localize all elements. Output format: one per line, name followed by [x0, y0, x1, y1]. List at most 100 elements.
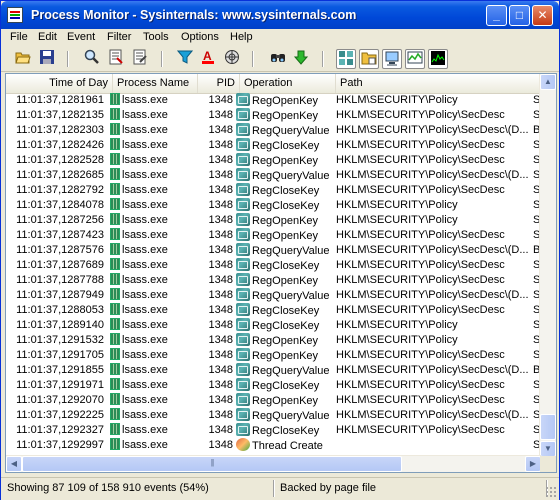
minimize-button[interactable]: _ [486, 5, 507, 26]
horizontal-scrollbar[interactable]: ◀ ||| ▶ [6, 455, 541, 472]
table-row[interactable]: 11:01:37,1289140 lsass.exe 1348 RegCloseKey… [6, 318, 541, 333]
table-row[interactable]: 11:01:37,1282528 lsass.exe 1348 RegOpenKey H… [6, 153, 541, 168]
cell-operation: RegOpenKey [236, 228, 336, 244]
open-icon[interactable] [13, 49, 33, 69]
menu-tools[interactable]: Tools [140, 30, 172, 44]
autoscroll-icon[interactable] [106, 49, 126, 69]
registry-op-icon [236, 318, 250, 331]
column-process-name[interactable]: Process Name [113, 74, 198, 93]
scroll-right-button[interactable]: ▶ [525, 456, 541, 472]
table-row[interactable]: 11:01:37,1282792 lsass.exe 1348 RegCloseKey… [6, 183, 541, 198]
cell-process-name: lsass.exe [122, 319, 168, 331]
cell-path: HKLM\SECURITY\Policy [336, 94, 458, 106]
network-icon[interactable] [222, 49, 242, 69]
cell-path: HKLM\SECURITY\Policy\SecDesc [336, 349, 505, 361]
scroll-up-button[interactable]: ▲ [540, 74, 556, 90]
process-icon [110, 348, 120, 360]
table-row[interactable]: 11:01:37,1291855 lsass.exe 1348 RegQueryVal… [6, 363, 541, 378]
cell-process-name: lsass.exe [122, 199, 168, 211]
column-pid[interactable]: PID [198, 74, 240, 93]
cell-operation: RegQueryValue [236, 363, 336, 379]
registry-op-icon [236, 258, 250, 271]
table-row[interactable]: 11:01:37,1291532 lsass.exe 1348 RegOpenKey H… [6, 333, 541, 348]
table-row[interactable]: 11:01:37,1287256 lsass.exe 1348 RegOpenKey H… [6, 213, 541, 228]
event-list[interactable]: Time of Day Process Name PID Operation P… [5, 73, 557, 473]
table-row[interactable]: 11:01:37,1287949 lsass.exe 1348 RegQueryVal… [6, 288, 541, 303]
cell-time: 11:01:37,1292070 [16, 394, 104, 406]
close-button[interactable]: ✕ [532, 5, 553, 26]
table-row[interactable]: 11:01:37,1292997 lsass.exe 1348 Thread Crea… [6, 438, 541, 453]
menu-options[interactable]: Options [178, 30, 222, 44]
column-operation[interactable]: Operation [240, 74, 336, 93]
registry-op-icon [236, 168, 250, 181]
menu-edit[interactable]: Edit [35, 30, 60, 44]
table-row[interactable]: 11:01:37,1282426 lsass.exe 1348 RegCloseKey… [6, 138, 541, 153]
network-activity-icon[interactable] [382, 49, 402, 69]
table-row[interactable]: 11:01:37,1284078 lsass.exe 1348 RegCloseKey… [6, 198, 541, 213]
cell-operation: RegOpenKey [236, 153, 336, 169]
filter-icon[interactable] [175, 49, 195, 69]
registry-op-icon [236, 243, 250, 256]
table-row[interactable]: 11:01:37,1292225 lsass.exe 1348 RegQueryVal… [6, 408, 541, 423]
find-icon[interactable] [268, 49, 288, 69]
cell-operation-name: RegCloseKey [252, 425, 320, 437]
cell-time: 11:01:37,1291705 [16, 349, 104, 361]
table-row[interactable]: 11:01:37,1282303 lsass.exe 1348 RegQueryVal… [6, 123, 541, 138]
save-icon[interactable] [37, 49, 57, 69]
menu-filter[interactable]: Filter [104, 30, 134, 44]
table-row[interactable]: 11:01:37,1287423 lsass.exe 1348 RegOpenKey H… [6, 228, 541, 243]
horizontal-scroll-thumb[interactable]: ||| [22, 456, 402, 472]
table-row[interactable]: 11:01:37,1287576 lsass.exe 1348 RegQueryVal… [6, 243, 541, 258]
highlight-icon[interactable]: A [198, 49, 218, 69]
table-row[interactable]: 11:01:37,1282685 lsass.exe 1348 RegQueryVal… [6, 168, 541, 183]
process-icon [110, 153, 120, 165]
resize-grip[interactable] [545, 486, 557, 498]
cell-operation: Thread Create [236, 438, 336, 454]
column-path[interactable]: Path [336, 74, 541, 93]
cell-path: HKLM\SECURITY\Policy [336, 334, 458, 346]
table-row[interactable]: 11:01:37,1291971 lsass.exe 1348 RegCloseKey… [6, 378, 541, 393]
table-row[interactable]: 11:01:37,1282135 lsass.exe 1348 RegOpenKey H… [6, 108, 541, 123]
cell-pid: 1348 [208, 394, 233, 406]
table-row[interactable]: 11:01:37,1292327 lsass.exe 1348 RegCloseKey… [6, 423, 541, 438]
table-row[interactable]: 11:01:37,1287788 lsass.exe 1348 RegOpenKey H… [6, 273, 541, 288]
registry-icon[interactable] [336, 49, 356, 69]
menu-file[interactable]: File [7, 30, 31, 44]
clear-icon[interactable] [130, 49, 150, 69]
vertical-scroll-thumb[interactable] [540, 414, 556, 440]
vertical-scrollbar[interactable]: ▲ ▼ [539, 74, 556, 457]
jump-icon[interactable] [291, 49, 311, 69]
registry-op-icon [236, 198, 250, 211]
filesystem-icon[interactable] [359, 49, 379, 69]
registry-op-icon [236, 363, 250, 376]
registry-op-icon [236, 183, 250, 196]
scrollbar-corner [540, 456, 556, 472]
process-monitor-app-icon[interactable] [7, 7, 23, 23]
cell-time: 11:01:37,1291971 [16, 379, 104, 391]
table-row[interactable]: 11:01:37,1292070 lsass.exe 1348 RegOpenKey H… [6, 393, 541, 408]
cell-process-name: lsass.exe [122, 334, 168, 346]
cell-path: HKLM\SECURITY\Policy [336, 199, 458, 211]
menu-event[interactable]: Event [64, 30, 98, 44]
cell-pid: 1348 [208, 289, 233, 301]
menu-help[interactable]: Help [227, 30, 256, 44]
scroll-left-button[interactable]: ◀ [6, 456, 22, 472]
cell-process-name: lsass.exe [122, 304, 168, 316]
thread-icon [236, 438, 250, 451]
table-row[interactable]: 11:01:37,1291705 lsass.exe 1348 RegOpenKey H… [6, 348, 541, 363]
cell-path: HKLM\SECURITY\Policy\SecDesc\(D... [336, 364, 529, 376]
cell-time: 11:01:37,1292225 [16, 409, 104, 421]
scroll-down-button[interactable]: ▼ [540, 441, 556, 457]
table-row[interactable]: 11:01:37,1288053 lsass.exe 1348 RegCloseKey… [6, 303, 541, 318]
magnifier-icon[interactable] [82, 49, 102, 69]
maximize-button[interactable]: □ [509, 5, 530, 26]
table-row[interactable]: 11:01:37,1281961 lsass.exe 1348 RegOpenKey H… [6, 93, 541, 108]
column-time-of-day[interactable]: Time of Day [6, 74, 113, 93]
profiling-icon[interactable] [428, 49, 448, 69]
cell-time: 11:01:37,1281961 [16, 94, 104, 106]
table-row[interactable]: 11:01:37,1287689 lsass.exe 1348 RegCloseKey… [6, 258, 541, 273]
cell-pid: 1348 [208, 109, 233, 121]
registry-op-icon [236, 108, 250, 121]
process-activity-icon[interactable] [405, 49, 425, 69]
title-bar[interactable]: Process Monitor - Sysinternals: www.sysi… [1, 1, 559, 29]
